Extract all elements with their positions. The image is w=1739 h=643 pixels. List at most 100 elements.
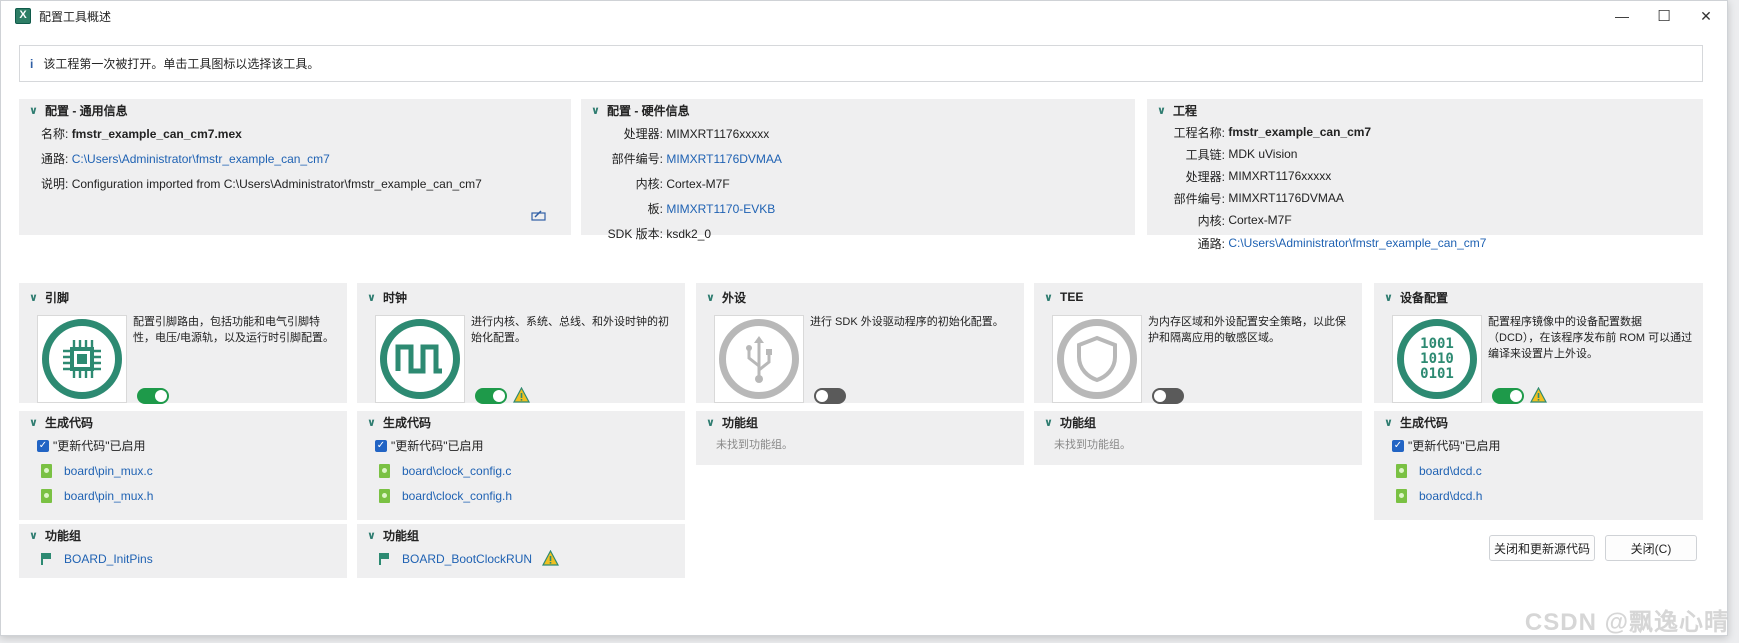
clocks-funcgroup-header[interactable]: ∨ 功能组 (357, 524, 685, 546)
chevron-down-icon: ∨ (706, 291, 715, 304)
chip-icon (42, 319, 122, 399)
hardware-label: 部件编号: (611, 152, 663, 166)
info-banner: i 该工程第一次被打开。单击工具图标以选择该工具。 (19, 45, 1703, 82)
pins-tool-tile[interactable] (37, 315, 127, 403)
pins-funcgroup-header[interactable]: ∨ 功能组 (19, 524, 347, 546)
chevron-down-icon: ∨ (29, 291, 38, 304)
update-code-checkbox[interactable]: ✓ (375, 439, 387, 452)
project-path-link[interactable]: C:\Users\Administrator\fmstr_example_can… (1228, 236, 1486, 250)
peripherals-tool-tile[interactable] (714, 315, 804, 403)
clocks-enable-toggle[interactable] (475, 388, 507, 404)
edit-icon[interactable] (531, 209, 547, 221)
config-description: Configuration imported from C:\Users\Adm… (71, 176, 482, 191)
device-config-header[interactable]: ∨ 设备配置 (1374, 283, 1703, 311)
file-item[interactable]: board\clock_config.h (357, 483, 685, 508)
hardware-row: SDK 版本: ksdk2_0 (581, 221, 1135, 246)
clocks-tool-tile[interactable] (375, 315, 465, 403)
pins-codegen-section: ∨ 生成代码 ✓ "更新代码"已启用 board\pin_mux.c board\p… (19, 411, 347, 520)
shield-icon (1057, 319, 1137, 399)
minimize-button[interactable]: — (1601, 5, 1643, 27)
tee-tool-tile[interactable] (1052, 315, 1142, 403)
chevron-down-icon: ∨ (706, 416, 715, 429)
file-item[interactable]: board\clock_config.c (357, 458, 685, 483)
update-code-checkbox[interactable]: ✓ (1392, 439, 1404, 452)
device-config-enable-toggle[interactable] (1492, 388, 1524, 404)
project-header[interactable]: ∨ 工程 (1147, 99, 1703, 121)
chevron-down-icon: ∨ (29, 529, 38, 542)
tool-card-tee: ∨ TEE 为内存区域和外设配置安全策略，以此保护和隔离应用的敏感区域。 (1034, 283, 1362, 404)
file-link[interactable]: board\clock_config.h (402, 489, 512, 503)
funcgroup-flag-icon (379, 552, 389, 565)
clocks-header[interactable]: ∨ 时钟 (357, 283, 685, 311)
binary-data-icon: 1001 1010 0101 (1397, 319, 1477, 399)
funcgroup-link[interactable]: BOARD_BootClockRUN (402, 552, 532, 566)
pins-header[interactable]: ∨ 引脚 (19, 283, 347, 311)
file-link[interactable]: board\dcd.c (1419, 464, 1482, 478)
file-link[interactable]: board\pin_mux.c (64, 464, 153, 478)
chevron-down-icon: ∨ (29, 416, 38, 429)
tee-funcgroup-header[interactable]: ∨ 功能组 (1034, 411, 1362, 433)
watermark: CSDN @飘逸心晴 (1524, 609, 1729, 636)
config-tools-overview-window: X 配置工具概述 — ☐ ✕ i 该工程第一次被打开。单击工具图标以选择该工具。… (0, 0, 1728, 636)
file-link[interactable]: board\clock_config.c (402, 464, 511, 478)
warning-icon (542, 550, 560, 566)
hardware-value: MIMXRT1176xxxxx (666, 126, 770, 141)
file-item[interactable]: board\dcd.h (1374, 483, 1703, 508)
window-title: 配置工具概述 (39, 9, 112, 24)
x-app-icon: X (15, 8, 31, 24)
funcgroup-item[interactable]: BOARD_BootClockRUN (357, 546, 685, 571)
clock-signal-icon (380, 319, 460, 399)
device-codegen-header[interactable]: ∨ 生成代码 (1374, 411, 1703, 433)
warning-icon (513, 387, 530, 403)
peripherals-description: 进行 SDK 外设驱动程序的初始化配置。 (810, 316, 1004, 328)
close-window-button[interactable]: ✕ (1685, 5, 1727, 27)
pins-enable-toggle[interactable] (137, 388, 169, 404)
close-and-update-button[interactable]: 关闭和更新源代码 (1489, 535, 1595, 561)
chevron-down-icon: ∨ (29, 104, 38, 117)
pins-description: 配置引脚路由，包括功能和电气引脚特性，电压/电源轨，以及运行时引脚配置。 (133, 316, 335, 344)
file-link[interactable]: board\dcd.h (1419, 489, 1482, 503)
file-item[interactable]: board\pin_mux.c (19, 458, 347, 483)
peripherals-header[interactable]: ∨ 外设 (696, 283, 1024, 311)
general-info-header[interactable]: ∨ 配置 - 通用信息 (19, 99, 571, 121)
chevron-down-icon: ∨ (591, 104, 600, 117)
pins-codegen-header[interactable]: ∨ 生成代码 (19, 411, 347, 433)
hardware-value[interactable]: MIMXRT1170-EVKB (666, 202, 775, 216)
clocks-codegen-header[interactable]: ∨ 生成代码 (357, 411, 685, 433)
name-label: 名称: (41, 127, 69, 141)
hardware-info-header[interactable]: ∨ 配置 - 硬件信息 (581, 99, 1135, 121)
peripherals-funcgroup-section: ∨ 功能组 未找到功能组。 (696, 411, 1024, 465)
funcgroup-link[interactable]: BOARD_InitPins (64, 552, 153, 566)
hardware-value: ksdk2_0 (666, 226, 712, 241)
config-name-value: fmstr_example_can_cm7.mex (71, 126, 242, 141)
file-item[interactable]: board\pin_mux.h (19, 483, 347, 508)
chevron-down-icon: ∨ (367, 291, 376, 304)
clocks-funcgroup-section: ∨ 功能组 BOARD_BootClockRUN (357, 524, 685, 578)
maximize-button[interactable]: ☐ (1643, 5, 1685, 27)
peripherals-funcgroup-header[interactable]: ∨ 功能组 (696, 411, 1024, 433)
general-info-panel: ∨ 配置 - 通用信息 名称: fmstr_example_can_cm7.mex… (19, 99, 571, 235)
hardware-row: 内核: Cortex-M7F (581, 171, 1135, 196)
chevron-down-icon: ∨ (1157, 104, 1166, 117)
tee-header[interactable]: ∨ TEE (1034, 283, 1362, 311)
project-name-label: 工程名称: (1173, 125, 1225, 140)
file-item[interactable]: board\dcd.c (1374, 458, 1703, 483)
funcgroup-item[interactable]: BOARD_InitPins (19, 546, 347, 571)
file-link[interactable]: board\pin_mux.h (64, 489, 153, 503)
tee-enable-toggle[interactable] (1152, 388, 1184, 404)
project-name-value: fmstr_example_can_cm7 (1228, 125, 1372, 139)
part-number-value: MIMXRT1176DVMAA (1228, 191, 1344, 205)
tool-card-device-config: ∨ 设备配置 1001 1010 0101 配置程序镜像中的设备配置数据（DCD）… (1374, 283, 1703, 404)
hardware-value[interactable]: MIMXRT1176DVMAA (666, 152, 782, 166)
no-funcgroup-text: 未找到功能组。 (716, 439, 793, 451)
device-config-tool-tile[interactable]: 1001 1010 0101 (1392, 315, 1482, 403)
h-file-icon (379, 488, 390, 503)
peripherals-enable-toggle[interactable] (814, 388, 846, 404)
config-path-link[interactable]: C:\Users\Administrator\fmstr_example_can… (72, 152, 330, 166)
device-codegen-section: ∨ 生成代码 ✓ "更新代码"已启用 board\dcd.c board\dcd.h (1374, 411, 1703, 520)
close-button[interactable]: 关闭(C) (1605, 535, 1697, 561)
hardware-label: 内核: (635, 177, 663, 191)
tee-funcgroup-section: ∨ 功能组 未找到功能组。 (1034, 411, 1362, 465)
hardware-label: 板: (647, 202, 663, 216)
update-code-checkbox[interactable]: ✓ (37, 439, 49, 452)
